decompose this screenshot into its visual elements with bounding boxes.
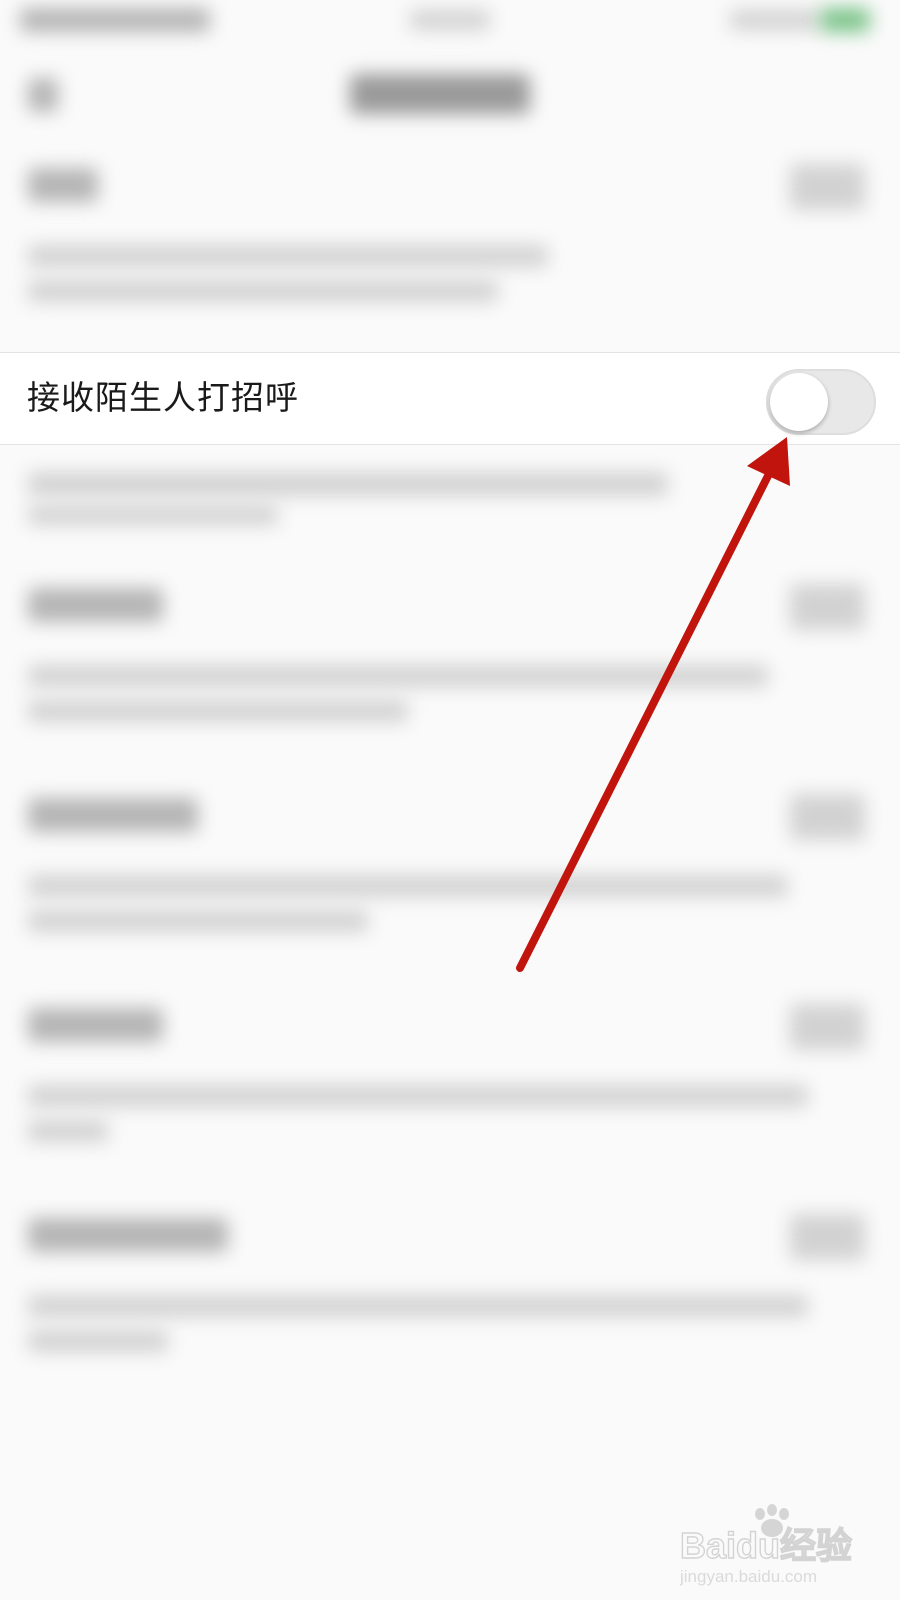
blurred-row-description [0,450,900,540]
blurred-desc-line [28,505,278,525]
blurred-desc-line [28,1120,108,1142]
blurred-heading [28,168,98,202]
status-bar [0,0,900,50]
watermark-url: jingyan.baidu.com [680,1567,817,1586]
blurred-toggle-icon [790,584,865,630]
blurred-desc-line [28,472,668,496]
blurred-section-3 [0,780,900,970]
blurred-toggle-icon [790,1214,865,1260]
blurred-heading [28,1008,163,1042]
status-time-blur [20,8,210,32]
blurred-toggle-icon [790,794,865,840]
blurred-desc-line [28,665,768,687]
setting-label: 接收陌生人打招呼 [27,378,299,417]
back-icon[interactable] [28,78,58,112]
battery-icon [820,8,870,32]
blurred-desc-line [28,1295,808,1317]
watermark-brand: Baidu经验 [680,1525,852,1566]
blurred-section-4 [0,990,900,1180]
status-center-blur [410,10,490,30]
blurred-desc-line [28,245,548,267]
blurred-section-5 [0,1200,900,1390]
page-title-blur [350,74,530,114]
blurred-toggle-icon [790,1004,865,1050]
blurred-heading [28,1218,228,1252]
blurred-desc-line [28,875,788,897]
blurred-desc-line [28,700,408,722]
blurred-heading [28,588,163,622]
blurred-section-2 [0,570,900,760]
stranger-greetings-toggle[interactable] [766,369,876,435]
blurred-desc-line [28,1085,808,1107]
blurred-heading [28,798,198,832]
blurred-desc-line [28,280,498,302]
blurred-toggle-icon [790,164,865,210]
blurred-desc-line [28,1330,168,1352]
toggle-knob [770,373,828,431]
baidu-jingyan-watermark: Baidu经验 jingyan.baidu.com [679,1500,860,1590]
blurred-desc-line [28,910,368,932]
setting-row-stranger-greetings[interactable]: 接收陌生人打招呼 [0,352,900,445]
nav-bar [0,50,900,140]
blurred-section-1 [0,150,900,345]
status-signal-blur [730,10,820,30]
